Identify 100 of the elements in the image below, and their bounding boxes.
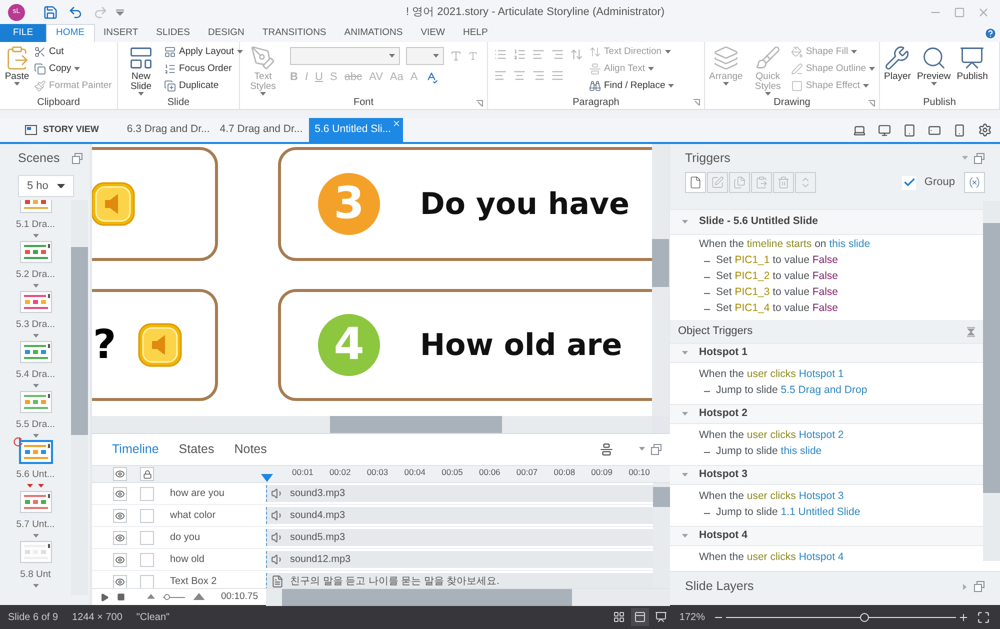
ribbon-button[interactable]: Copy bbox=[34, 61, 112, 77]
grow-font-icon[interactable] bbox=[450, 50, 462, 62]
panel-tab[interactable]: Timeline bbox=[112, 440, 159, 459]
ribbon-tab[interactable]: ANIMATIONS bbox=[335, 24, 412, 42]
numbering-icon[interactable] bbox=[513, 48, 526, 61]
collapse-all-icon[interactable] bbox=[967, 326, 975, 336]
timeline-bar[interactable]: 친구의 말을 듣고 나이를 묻는 말을 찾아보세요. bbox=[266, 573, 653, 588]
slide-thumbnail[interactable] bbox=[20, 392, 50, 412]
trigger-condition[interactable]: When the user clicks Hotspot 1 bbox=[699, 367, 844, 383]
slide-thumbnail[interactable] bbox=[20, 292, 50, 312]
help-icon[interactable] bbox=[984, 27, 997, 40]
fit-to-window-icon[interactable] bbox=[977, 610, 990, 624]
monitor-icon[interactable] bbox=[878, 124, 891, 136]
timeline-bar[interactable]: sound3.mp3 bbox=[266, 485, 653, 502]
timeline-bar[interactable]: sound5.mp3 bbox=[266, 529, 653, 546]
trigger-condition[interactable]: When the user clicks Hotspot 2 bbox=[699, 428, 844, 444]
speaker-button[interactable] bbox=[92, 182, 135, 226]
object-name[interactable]: Text Box 2 bbox=[170, 574, 217, 588]
zoom-in-icon[interactable] bbox=[958, 612, 969, 622]
trigger-group-header[interactable]: Hotspot 3 bbox=[670, 465, 983, 485]
story-view-tab[interactable]: STORY VIEW bbox=[25, 118, 99, 142]
tablet-icon[interactable] bbox=[903, 124, 916, 136]
panel-tab[interactable]: Notes bbox=[234, 440, 267, 459]
settings-icon[interactable] bbox=[978, 123, 992, 137]
visibility-toggle[interactable] bbox=[113, 574, 127, 588]
slide-thumbnail[interactable] bbox=[20, 342, 50, 362]
lock-checkbox[interactable] bbox=[140, 530, 154, 544]
align-center-icon[interactable] bbox=[513, 69, 526, 82]
ribbon-tab[interactable]: HOME bbox=[46, 24, 94, 42]
horizontal-scrollbar[interactable] bbox=[92, 416, 652, 433]
stop-icon[interactable] bbox=[117, 593, 125, 601]
shrink-font-icon[interactable] bbox=[468, 51, 478, 61]
ribbon-large-button[interactable]: New Slide bbox=[120, 42, 162, 96]
undo-icon[interactable] bbox=[68, 4, 83, 20]
slide-tab[interactable]: 6.3 Drag and Dr... bbox=[122, 118, 214, 142]
trigger-group-header[interactable]: Hotspot 2 bbox=[670, 404, 983, 424]
lock-checkbox[interactable] bbox=[140, 508, 154, 522]
question-card[interactable]: 4 How old are bbox=[278, 289, 652, 401]
vertical-scrollbar[interactable] bbox=[983, 201, 1000, 561]
slide-thumbnail[interactable] bbox=[20, 492, 50, 512]
ribbon-large-button[interactable]: Preview bbox=[914, 42, 953, 86]
object-name[interactable]: do you bbox=[170, 530, 200, 545]
indent-icon[interactable] bbox=[532, 48, 545, 61]
lock-checkbox[interactable] bbox=[140, 574, 154, 588]
font-size-field[interactable] bbox=[406, 47, 444, 65]
align-left-icon[interactable] bbox=[494, 69, 507, 82]
restore-icon[interactable] bbox=[651, 444, 662, 455]
trigger-condition[interactable]: When the user clicks Hotspot 3 bbox=[699, 489, 844, 505]
zoom-slider-thumb[interactable] bbox=[164, 594, 170, 600]
phone-icon[interactable] bbox=[953, 124, 966, 136]
object-name[interactable]: how old bbox=[170, 552, 204, 567]
trigger-group-header[interactable]: Hotspot 1 bbox=[670, 343, 983, 363]
slide-thumbnail[interactable] bbox=[20, 442, 50, 462]
slide-tab[interactable]: 5.6 Untitled Sli... bbox=[308, 118, 404, 142]
normal-view-icon[interactable] bbox=[631, 608, 650, 626]
spell-check-icon[interactable] bbox=[424, 70, 438, 84]
line-spacing-icon[interactable] bbox=[570, 48, 583, 61]
justify-icon[interactable] bbox=[551, 69, 564, 82]
slide-thumbnail[interactable] bbox=[20, 542, 50, 562]
trigger-condition[interactable]: When the user clicks Hotspot 4 bbox=[699, 550, 844, 566]
ribbon-tab[interactable]: TRANSITIONS bbox=[253, 24, 336, 42]
visibility-toggle[interactable] bbox=[113, 530, 127, 544]
answer-card[interactable]: ? bbox=[92, 289, 218, 401]
ribbon-button[interactable]: Duplicate bbox=[164, 78, 243, 94]
speaker-button[interactable] bbox=[138, 323, 182, 367]
trigger-action[interactable]: Set PIC1_3 to value False bbox=[716, 285, 838, 301]
visibility-toggle[interactable] bbox=[113, 508, 127, 522]
ribbon-tab[interactable]: DESIGN bbox=[198, 24, 254, 42]
timeline-bar[interactable]: sound4.mp3 bbox=[266, 507, 653, 524]
lock-all-button[interactable] bbox=[140, 467, 154, 481]
variables-icon[interactable] bbox=[964, 172, 985, 193]
horizontal-scrollbar[interactable] bbox=[266, 588, 670, 606]
ribbon-large-button[interactable]: Publish bbox=[954, 42, 990, 82]
panel-tab[interactable]: States bbox=[178, 440, 214, 459]
close-tab-icon[interactable] bbox=[392, 119, 402, 128]
visibility-toggle[interactable] bbox=[113, 486, 127, 500]
visibility-toggle[interactable] bbox=[113, 552, 127, 566]
playhead-icon[interactable] bbox=[261, 474, 273, 482]
restore-icon[interactable] bbox=[72, 152, 83, 164]
laptop-icon[interactable] bbox=[853, 124, 866, 136]
outdent-icon[interactable] bbox=[551, 48, 564, 61]
trigger-action[interactable]: Jump to slide 5.5 Drag and Drop bbox=[716, 383, 868, 399]
align-icon[interactable] bbox=[600, 443, 613, 456]
restore-icon[interactable] bbox=[974, 152, 985, 164]
answer-card[interactable] bbox=[92, 147, 218, 261]
ribbon-tab[interactable]: SLIDES bbox=[147, 24, 199, 42]
object-name[interactable]: how are you bbox=[170, 486, 224, 501]
ribbon-tab[interactable]: HELP bbox=[454, 24, 497, 42]
ribbon-button[interactable]: Focus Order bbox=[164, 61, 243, 77]
trigger-group-header[interactable]: Hotspot 4 bbox=[670, 526, 983, 546]
vertical-scrollbar[interactable] bbox=[71, 200, 88, 595]
ribbon-button[interactable]: Cut bbox=[34, 44, 112, 60]
ribbon-large-button[interactable]: Player bbox=[882, 42, 913, 82]
trigger-action[interactable]: Set PIC1_1 to value False bbox=[716, 253, 838, 269]
ribbon-button[interactable]: Find / Replace bbox=[589, 78, 674, 94]
lock-checkbox[interactable] bbox=[140, 552, 154, 566]
font-name-field[interactable] bbox=[290, 47, 400, 65]
play-icon[interactable] bbox=[100, 592, 109, 602]
trigger-action[interactable]: Set PIC1_4 to value False bbox=[716, 301, 838, 317]
ribbon-tab[interactable]: INSERT bbox=[94, 24, 148, 42]
